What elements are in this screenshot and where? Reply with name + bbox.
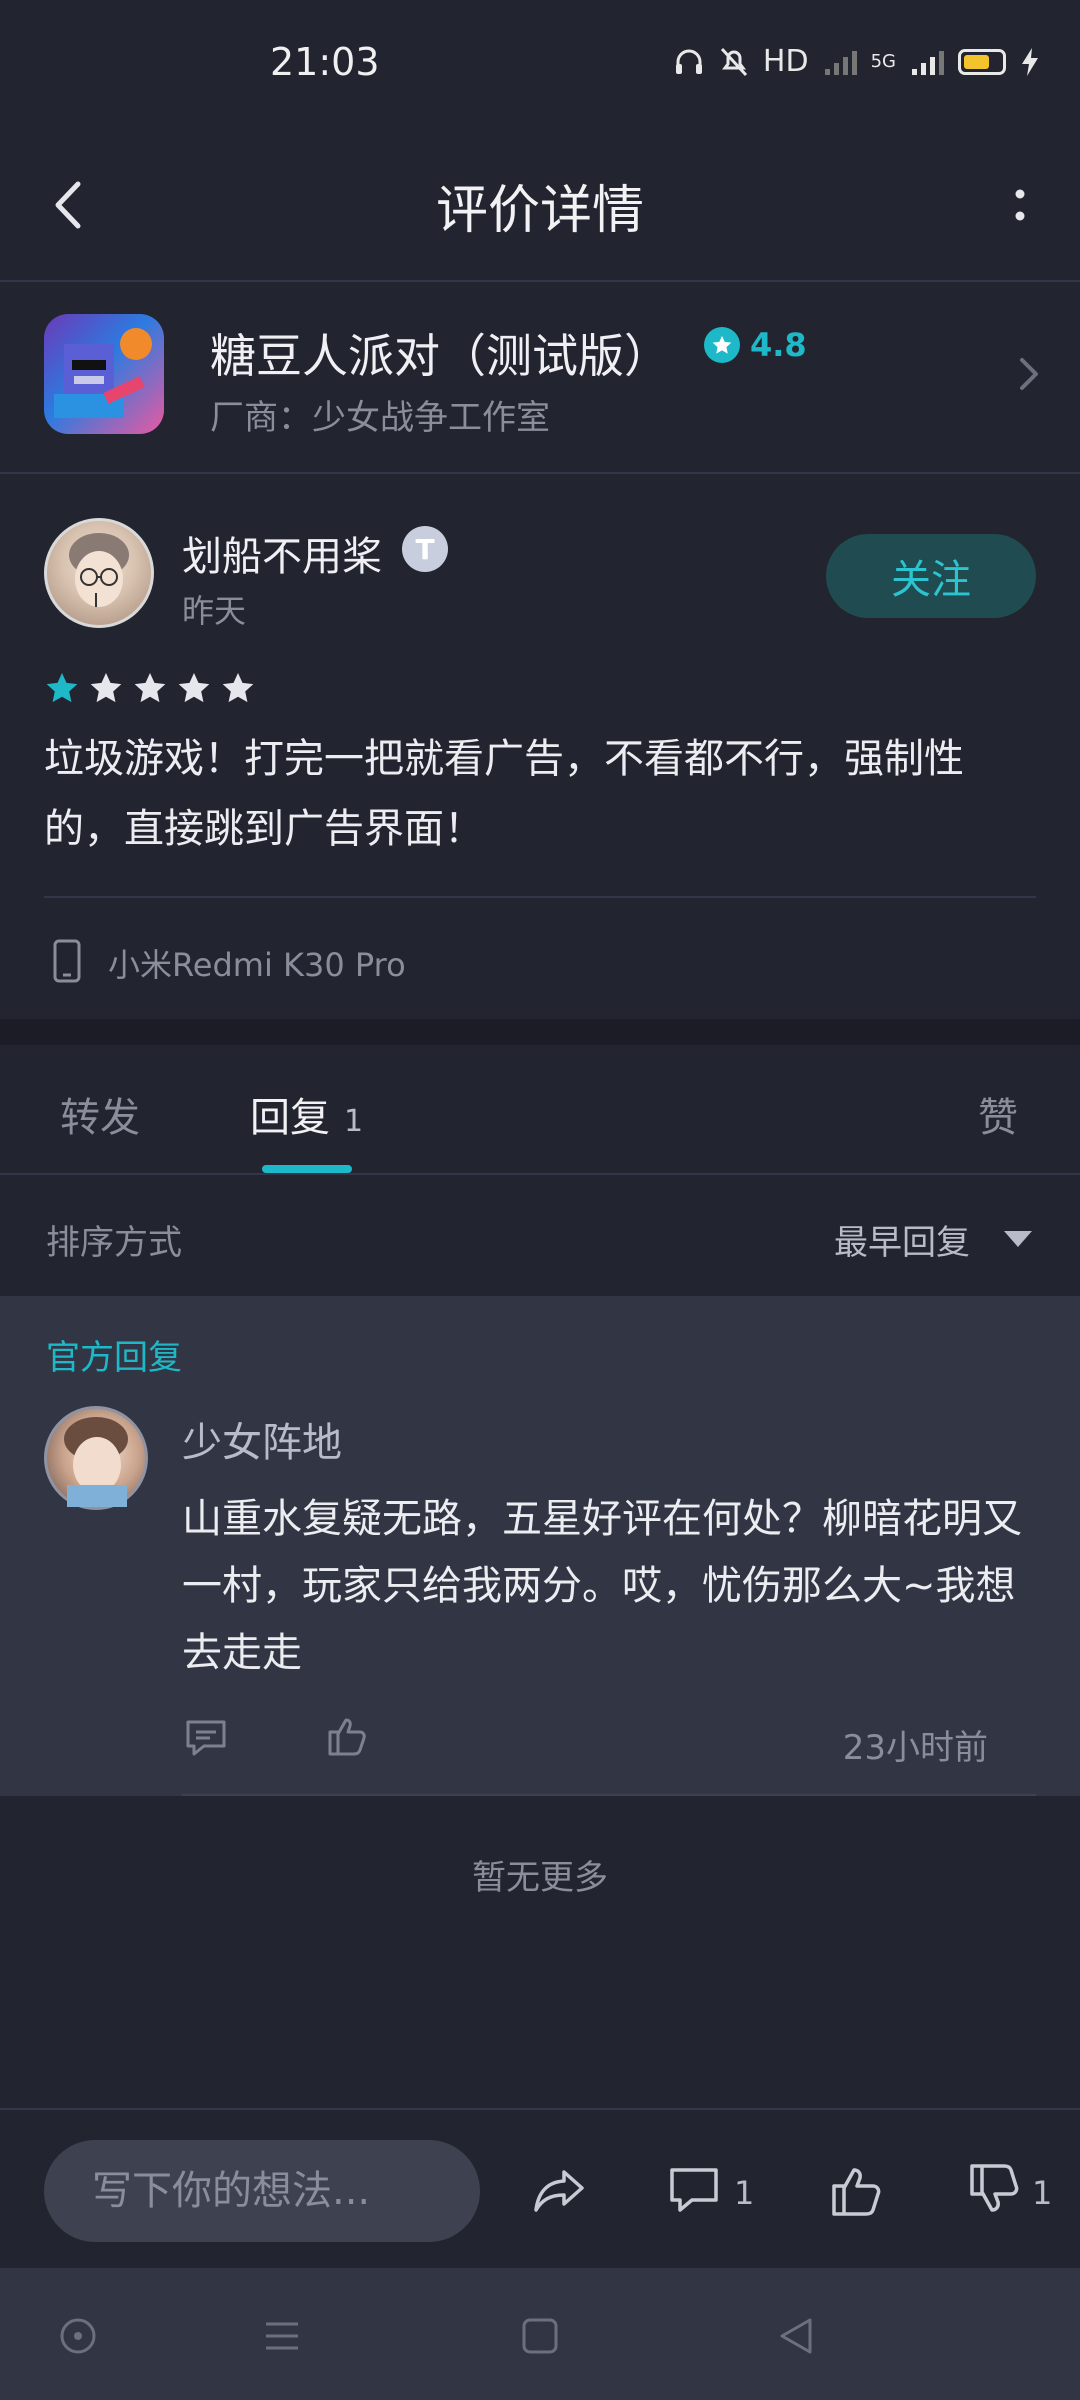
- active-tab-indicator: [262, 1165, 352, 1173]
- tab-reply-label: 回复: [250, 1095, 330, 1141]
- status-icons: HD 5G: [673, 44, 1040, 79]
- app-rating-value: 4.8: [750, 326, 807, 364]
- official-reply-label: 官方回复: [46, 1338, 182, 1378]
- phone-icon: [53, 939, 81, 983]
- tab-like[interactable]: 赞: [978, 1085, 1018, 1143]
- app-info-row[interactable]: 糖豆人派对（测试版） 4.8 厂商：少女战争工作室: [0, 282, 1080, 474]
- avatar[interactable]: [44, 1406, 148, 1510]
- review-stars: [44, 670, 256, 706]
- divider: [44, 896, 1036, 898]
- network-hd-label: HD: [762, 44, 809, 79]
- no-more-text: 暂无更多: [472, 1858, 608, 1898]
- thumbs-up-icon[interactable]: [828, 2160, 888, 2220]
- app-name[interactable]: 糖豆人派对（测试版）: [210, 320, 670, 386]
- tabs: 转发 回复 1 赞: [0, 1045, 1080, 1175]
- reply-text: 山重水复疑无路，五星好评在何处？柳暗花明又一村，玩家只给我两分。哎，忧伤那么大~…: [182, 1496, 1022, 1676]
- app-icon[interactable]: [44, 314, 164, 434]
- dislike-count: 1: [1032, 2174, 1053, 2212]
- star-empty-icon: [90, 673, 122, 703]
- navbar: 评价详情: [0, 130, 1080, 282]
- menu-icon[interactable]: [258, 2312, 306, 2360]
- back-triangle-icon[interactable]: [772, 2312, 820, 2360]
- comment-icon[interactable]: [664, 2160, 724, 2220]
- caret-down-icon[interactable]: [1000, 1227, 1036, 1251]
- review-time: 昨天: [182, 592, 247, 630]
- comment-input[interactable]: [44, 2140, 480, 2242]
- thumbs-up-icon[interactable]: [326, 1714, 370, 1758]
- assistant-icon[interactable]: [54, 2312, 102, 2360]
- thumbs-down-icon[interactable]: [966, 2160, 1026, 2220]
- section-gap: [0, 1019, 1080, 1045]
- mute-bell-icon: [720, 47, 748, 76]
- avatar[interactable]: [44, 518, 154, 628]
- review-text: 垃圾游戏！打完一把就看广告，不看都不行，强制性的，直接跳到广告界面！: [44, 736, 964, 852]
- signal-strong-icon: [912, 50, 944, 75]
- page-title: 评价详情: [435, 181, 644, 241]
- sort-label: 排序方式: [46, 1223, 182, 1263]
- reply-author-name[interactable]: 少女阵地: [182, 1410, 342, 1468]
- star-empty-icon: [134, 673, 166, 703]
- more-options-icon[interactable]: [990, 170, 1050, 240]
- sort-dropdown[interactable]: 最早回复: [834, 1215, 970, 1264]
- tab-reply[interactable]: 回复 1: [250, 1085, 363, 1143]
- status-bar: 21:03 HD 5G: [0, 0, 1080, 130]
- cellular-5g-label: 5G: [870, 51, 896, 72]
- official-reply-card: 官方回复 少女阵地 山重水复疑无路，五星好评在何处？柳暗花明又一村，玩家只给我两…: [0, 1296, 1080, 1796]
- star-filled-icon: [46, 673, 78, 703]
- home-square-icon[interactable]: [516, 2312, 564, 2360]
- reply-time: 23小时前: [842, 1728, 988, 1768]
- follow-button[interactable]: 关注: [826, 534, 1036, 618]
- star-empty-icon: [222, 673, 254, 703]
- rating-star-icon: [704, 327, 740, 363]
- app-rating: 4.8: [704, 326, 807, 364]
- share-icon[interactable]: [530, 2160, 590, 2220]
- status-time: 21:03: [270, 40, 380, 84]
- charging-bolt-icon: [1022, 47, 1038, 76]
- comment-icon[interactable]: [184, 1716, 228, 1760]
- review-block: 划船不用桨 T 昨天 关注 垃圾游戏！打完一把就看广告，不看都不行，强制性的，直…: [0, 474, 1080, 1019]
- tab-forward[interactable]: 转发: [60, 1085, 140, 1143]
- user-name[interactable]: 划船不用桨: [182, 524, 382, 582]
- star-empty-icon: [178, 673, 210, 703]
- headphones-icon: [675, 49, 702, 74]
- sort-row: 排序方式 最早回复: [0, 1175, 1080, 1295]
- bottom-action-bar: 1 1: [0, 2108, 1080, 2270]
- chevron-right-icon[interactable]: [1010, 344, 1050, 404]
- comment-count: 1: [734, 2174, 755, 2212]
- battery-icon: [958, 48, 1006, 75]
- app-vendor: 厂商：少女战争工作室: [210, 398, 550, 438]
- device-name: 小米Redmi K30 Pro: [108, 946, 406, 984]
- divider: [182, 1794, 1036, 1796]
- signal-weak-icon: [824, 50, 857, 75]
- system-navigation-bar: [0, 2268, 1080, 2400]
- tab-reply-count: 1: [344, 1104, 364, 1139]
- user-level-badge: T: [402, 526, 448, 572]
